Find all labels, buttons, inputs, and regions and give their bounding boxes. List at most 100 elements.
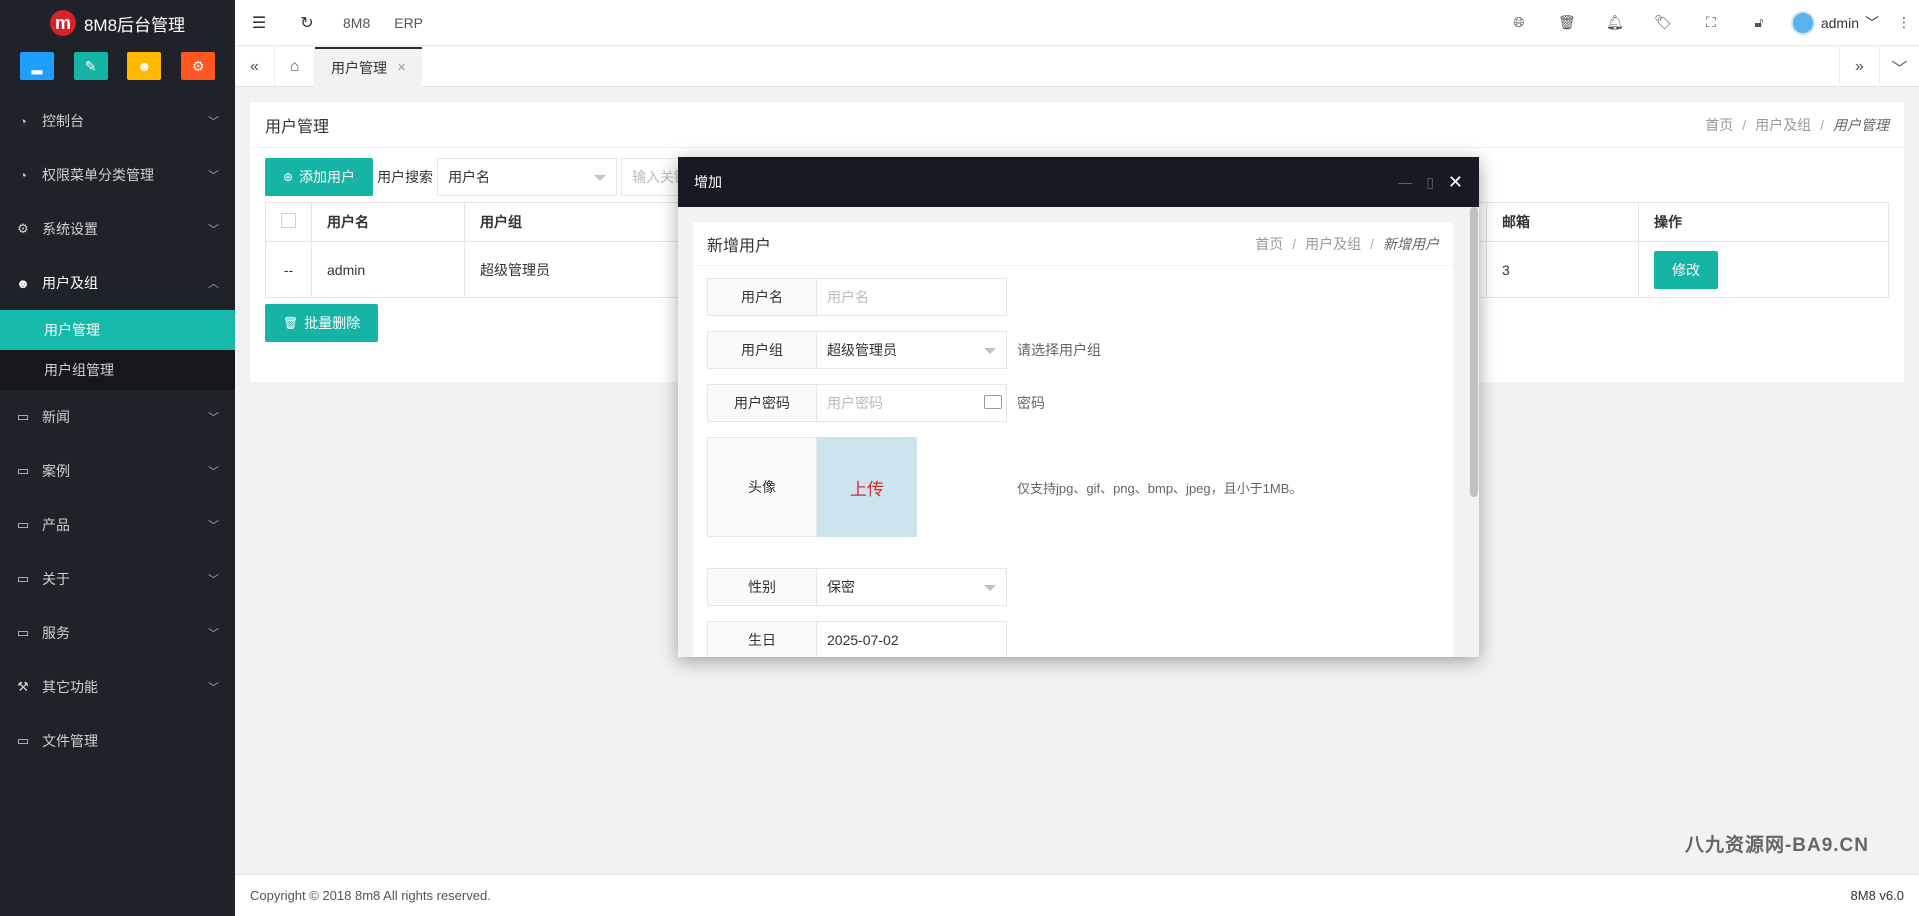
form-header: 新增用户 首页 / 用户及组 / 新增用户 <box>693 222 1453 266</box>
sidebar-item-label: 服务 <box>42 625 70 641</box>
header-actions: 🌐︎ 🗑︎ 🔔︎ 🏷︎ ⛶ 🔓︎ admin ﹀ ⋮ <box>1495 0 1919 46</box>
tab-label: 用户管理 <box>331 59 387 76</box>
globe-icon[interactable]: 🌐︎ <box>1495 0 1543 46</box>
sidebar-item-about[interactable]: ▭ 关于 ﹀ <box>0 552 235 606</box>
pencil-icon[interactable]: ✎ <box>73 52 108 80</box>
modal-body: 新增用户 首页 / 用户及组 / 新增用户 用户名 用户名 用户组 超级管理员 请选择用… <box>678 207 1479 657</box>
users-icon[interactable]: ☻ <box>127 52 162 80</box>
chevron-down-icon: ﹀ <box>208 466 219 478</box>
chevron-down-icon: ﹀ <box>208 628 219 640</box>
sidebar-item-permissions[interactable]: ◔ 权限菜单分类管理 ﹀ <box>0 148 235 202</box>
home-icon[interactable]: ⌂ <box>275 46 315 87</box>
chevron-down-icon: ﹀ <box>1865 14 1879 31</box>
minimize-icon[interactable]: — <box>1398 174 1412 190</box>
sidebar-item-files[interactable]: ▭ 文件管理 <box>0 714 235 768</box>
batch-delete-button[interactable]: 🗑︎ 批量删除 <box>265 304 379 342</box>
form-row-password: 用户密码 用户密码 密码 <box>707 384 1045 422</box>
username-field[interactable]: 用户名 <box>817 278 1007 316</box>
password-hint: 密码 <box>1017 395 1045 411</box>
group-select[interactable]: 超级管理员 <box>817 331 1007 369</box>
sidebar-item-products[interactable]: ▭ 产品 ﹀ <box>0 498 235 552</box>
more-vertical-icon[interactable]: ⋮ <box>1889 0 1919 46</box>
monitor-icon: ▭ <box>16 463 30 478</box>
modal-header[interactable]: 增加 — ▯ ✕ <box>678 157 1479 207</box>
chevron-down-icon <box>594 175 607 181</box>
app-logo[interactable]: m 8M8后台管理 <box>0 0 235 46</box>
sidebar-item-group-management[interactable]: 用户组管理 <box>0 350 235 390</box>
breadcrumb-section[interactable]: 用户及组 <box>1755 117 1811 133</box>
hammer-icon: ⚒ <box>17 679 29 694</box>
form-row-avatar: 头像 上传 仅支持jpg、gif、png、bmp、jpeg，且小于1MB。 <box>707 437 1302 537</box>
bell-icon[interactable]: 🔔︎ <box>1591 0 1639 46</box>
version: 8M8 v6.0 <box>1850 888 1904 903</box>
username-label: 用户名 <box>707 278 817 316</box>
plus-circle-icon: ⊕ <box>283 170 294 184</box>
sidebar-item-system-settings[interactable]: ⚙ 系统设置 ﹀ <box>0 202 235 256</box>
breadcrumb: 首页 / 用户及组 / 新增用户 <box>1255 235 1439 252</box>
gender-value: 保密 <box>827 579 855 595</box>
add-user-modal: 增加 — ▯ ✕ 新增用户 首页 / 用户及组 / 新增用户 用户名 用户名 用户组 超… <box>678 157 1479 657</box>
copyright: Copyright © 2018 8m8 All rights reserved… <box>250 888 491 903</box>
sidebar-item-dashboard[interactable]: ◔ 控制台 ﹀ <box>0 94 235 148</box>
trash-icon[interactable]: 🗑︎ <box>1543 0 1591 46</box>
lock-icon[interactable]: 🔓︎ <box>1735 0 1783 46</box>
sidebar-item-services[interactable]: ▭ 服务 ﹀ <box>0 606 235 660</box>
sidebar-item-news[interactable]: ▭ 新闻 ﹀ <box>0 390 235 444</box>
chevron-up-icon: ︿ <box>208 278 219 290</box>
header-link-8m8[interactable]: 8M8 <box>331 15 382 31</box>
user-menu[interactable]: admin ﹀ <box>1783 10 1889 35</box>
menu-fold-icon[interactable]: ☰ <box>235 0 283 46</box>
header-link-erp[interactable]: ERP <box>382 15 435 31</box>
password-field[interactable]: 用户密码 <box>817 384 1007 422</box>
sidebar-item-users-groups[interactable]: ☻ 用户及组 ︿ <box>0 256 235 310</box>
tab-user-management[interactable]: 用户管理 ✕ <box>315 46 423 87</box>
breadcrumb-home[interactable]: 首页 <box>1705 117 1733 133</box>
sidebar-item-label: 其它功能 <box>42 679 98 695</box>
refresh-icon[interactable]: ↻ <box>283 0 331 46</box>
column-header[interactable]: 用户名 <box>311 202 465 242</box>
settings-icon[interactable]: ⚙ <box>181 52 216 80</box>
birthday-label: 生日 <box>707 621 817 657</box>
modal-scrollbar[interactable] <box>1469 207 1479 657</box>
fullscreen-icon[interactable]: ⛶ <box>1687 0 1735 46</box>
search-select-value: 用户名 <box>448 169 491 185</box>
breadcrumb: 首页 / 用户及组 / 用户管理 <box>1705 116 1889 133</box>
add-user-form-card: 新增用户 首页 / 用户及组 / 新增用户 用户名 用户名 用户组 超级管理员 请选择用… <box>693 222 1453 657</box>
chart-icon[interactable]: ▂ <box>19 52 54 80</box>
search-input[interactable]: 输入关键字 <box>621 158 682 196</box>
footer: Copyright © 2018 8m8 All rights reserved… <box>235 874 1919 916</box>
sidebar-item-user-management[interactable]: 用户管理 <box>0 310 235 350</box>
tag-icon[interactable]: 🏷︎ <box>1639 0 1687 46</box>
password-label: 用户密码 <box>707 384 817 422</box>
search-field-select[interactable]: 用户名 <box>437 158 618 196</box>
select-all-checkbox[interactable] <box>281 213 296 228</box>
scrollbar-thumb[interactable] <box>1470 207 1478 497</box>
breadcrumb-section[interactable]: 用户及组 <box>1305 236 1361 252</box>
upload-button[interactable]: 上传 <box>817 437 917 537</box>
close-icon[interactable]: ✕ <box>397 61 406 74</box>
tabs-scroll-left-icon[interactable]: « <box>235 46 275 87</box>
keyboard-icon[interactable] <box>984 395 1002 409</box>
form-row-birthday: 生日 2025-07-02 <box>707 621 1007 657</box>
form-title: 新增用户 <box>707 237 772 255</box>
edit-button[interactable]: 修改 <box>1654 250 1718 289</box>
avatar <box>1790 10 1815 35</box>
add-user-button[interactable]: ⊕ 添加用户 <box>265 158 374 196</box>
column-header[interactable]: 邮箱 <box>1486 202 1639 242</box>
cell-email: 3 <box>1486 241 1639 298</box>
chevron-down-icon: ﹀ <box>208 170 219 182</box>
avatar-hint: 仅支持jpg、gif、png、bmp、jpeg，且小于1MB。 <box>1017 480 1303 496</box>
close-icon[interactable]: ✕ <box>1448 172 1463 193</box>
sidebar-item-cases[interactable]: ▭ 案例 ﹀ <box>0 444 235 498</box>
breadcrumb-home[interactable]: 首页 <box>1255 236 1283 252</box>
gender-label: 性别 <box>707 568 817 606</box>
sidebar-item-other[interactable]: ⚒ 其它功能 ﹀ <box>0 660 235 714</box>
gender-select[interactable]: 保密 <box>817 568 1007 606</box>
group-hint: 请选择用户组 <box>1017 342 1101 358</box>
birthday-field[interactable]: 2025-07-02 <box>817 621 1007 657</box>
sidebar-item-label: 产品 <box>42 517 70 533</box>
chevron-down-icon <box>984 348 996 354</box>
maximize-icon[interactable]: ▯ <box>1426 174 1434 191</box>
tabs-scroll-right-icon[interactable]: » <box>1839 46 1879 87</box>
tabs-dropdown-icon[interactable]: ﹀ <box>1879 46 1919 87</box>
